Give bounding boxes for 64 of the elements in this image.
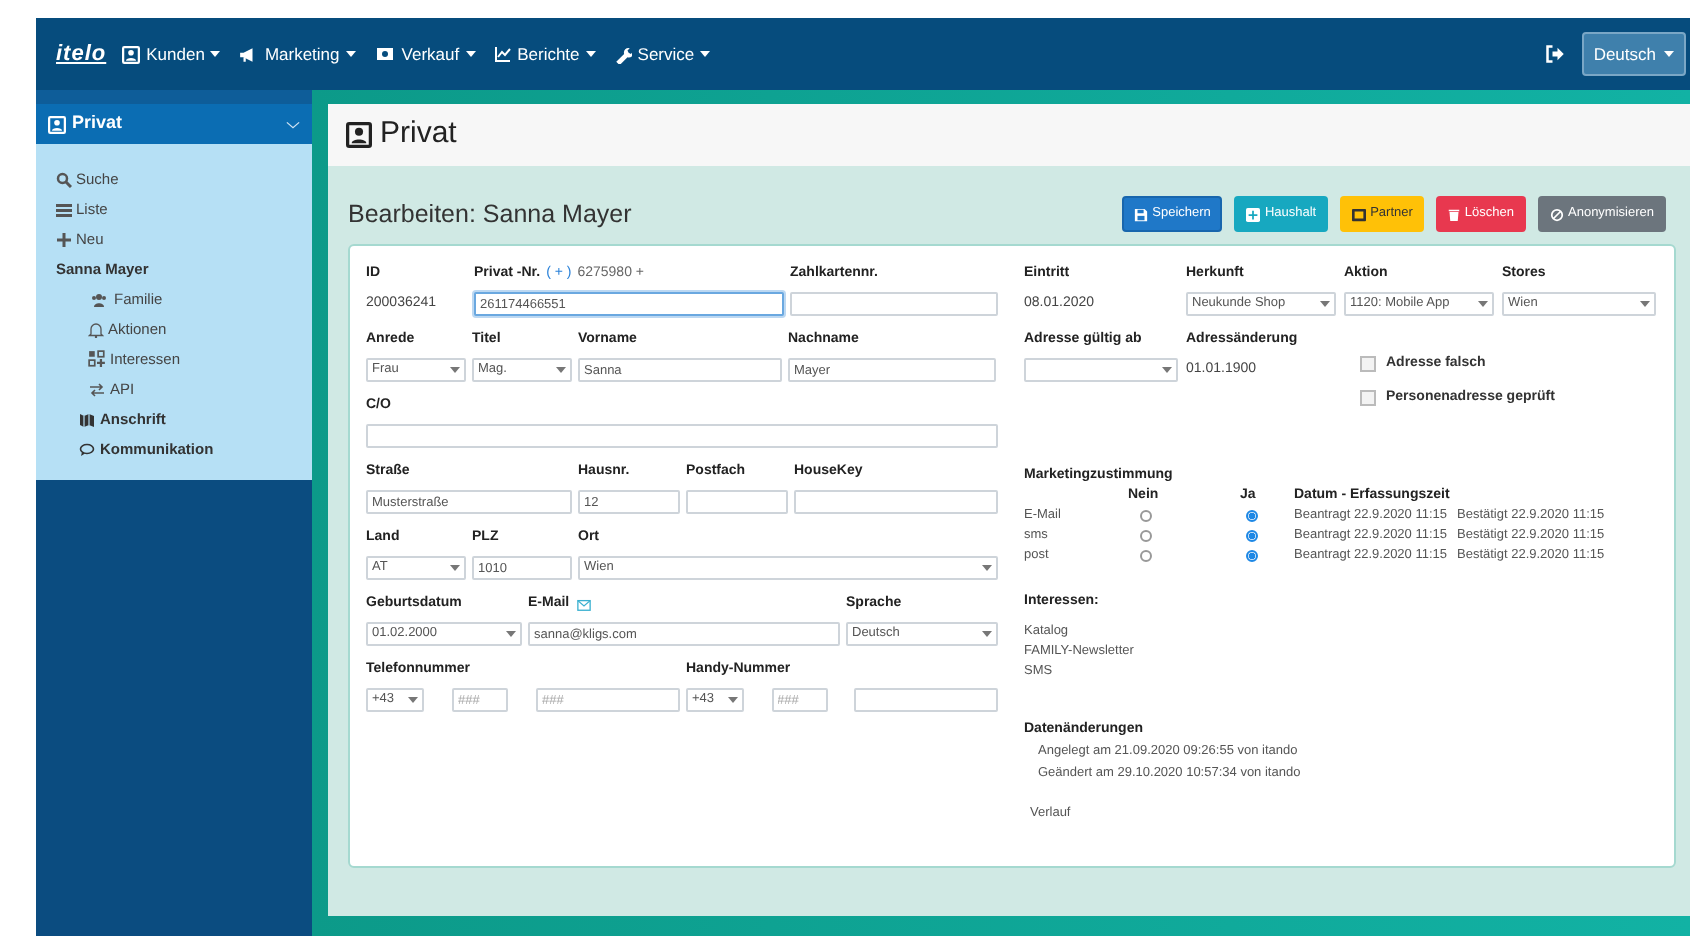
speech-bubble-icon bbox=[78, 441, 96, 457]
radio-button[interactable] bbox=[1140, 530, 1152, 542]
map-icon bbox=[78, 411, 96, 427]
select-field[interactable] bbox=[1024, 358, 1178, 382]
radio-button[interactable] bbox=[1246, 550, 1258, 562]
caret-icon bbox=[982, 630, 992, 638]
id-card-icon bbox=[1352, 207, 1367, 221]
contact-card-icon bbox=[346, 122, 372, 148]
logo[interactable]: itelo bbox=[56, 37, 107, 71]
caret-icon bbox=[982, 564, 992, 572]
list-icon bbox=[56, 201, 72, 217]
input-field[interactable] bbox=[794, 490, 998, 514]
caret-icon bbox=[210, 50, 221, 58]
radio-button[interactable] bbox=[1246, 510, 1258, 522]
caret-icon bbox=[345, 50, 356, 58]
page-heading: Bearbeiten: Sanna Mayer bbox=[348, 197, 632, 232]
language-dropdown[interactable]: Deutsch bbox=[1581, 32, 1686, 76]
caret-icon bbox=[450, 564, 460, 572]
caret-icon bbox=[728, 696, 738, 704]
caret-icon bbox=[700, 50, 711, 58]
caret-icon bbox=[1320, 300, 1330, 308]
input-field[interactable] bbox=[686, 490, 788, 514]
caret-icon bbox=[450, 366, 460, 374]
chevron-down-icon bbox=[286, 119, 300, 129]
bell-icon bbox=[88, 321, 104, 337]
checkbox[interactable] bbox=[1360, 356, 1376, 372]
nav-menu[interactable]: Berichte bbox=[493, 41, 596, 67]
caret-icon bbox=[408, 696, 418, 704]
nav-menu[interactable]: Verkauf bbox=[373, 41, 476, 67]
trash-icon bbox=[1448, 207, 1461, 221]
caret-icon bbox=[585, 50, 596, 58]
caret-icon bbox=[1664, 50, 1674, 58]
checkbox[interactable] bbox=[1360, 390, 1376, 406]
plus-square-icon bbox=[1246, 207, 1261, 221]
logout-icon bbox=[1543, 44, 1566, 64]
input-field[interactable] bbox=[366, 424, 998, 448]
radio-button[interactable] bbox=[1246, 530, 1258, 542]
radio-button[interactable] bbox=[1140, 550, 1152, 562]
contact-card-icon bbox=[122, 45, 141, 63]
caret-icon bbox=[506, 630, 516, 638]
caret-icon bbox=[1640, 300, 1650, 308]
people-icon bbox=[88, 291, 110, 307]
input-field[interactable] bbox=[854, 688, 998, 712]
exchange-icon bbox=[88, 381, 106, 397]
sidebar-header[interactable]: Privat bbox=[36, 104, 312, 144]
megaphone-icon bbox=[238, 45, 259, 63]
line-chart-icon bbox=[493, 46, 512, 62]
input-field[interactable] bbox=[790, 292, 998, 316]
caret-icon bbox=[465, 50, 476, 58]
contact-card-icon bbox=[48, 115, 66, 133]
grid-icon bbox=[88, 350, 106, 368]
nav-menu[interactable]: Service bbox=[613, 41, 711, 67]
caret-icon bbox=[1162, 366, 1172, 374]
nav-menu[interactable]: Kunden bbox=[122, 41, 221, 67]
caret-icon bbox=[1478, 300, 1488, 308]
plus-icon bbox=[56, 231, 72, 247]
radio-button[interactable] bbox=[1140, 510, 1152, 522]
caret-icon bbox=[556, 366, 566, 374]
search-icon bbox=[56, 171, 72, 187]
nav-menu[interactable]: Marketing bbox=[238, 41, 356, 67]
panel-title: Privat bbox=[380, 114, 457, 155]
ban-icon bbox=[1550, 207, 1564, 221]
wrench-icon bbox=[613, 45, 632, 63]
banknote-icon bbox=[373, 46, 396, 62]
